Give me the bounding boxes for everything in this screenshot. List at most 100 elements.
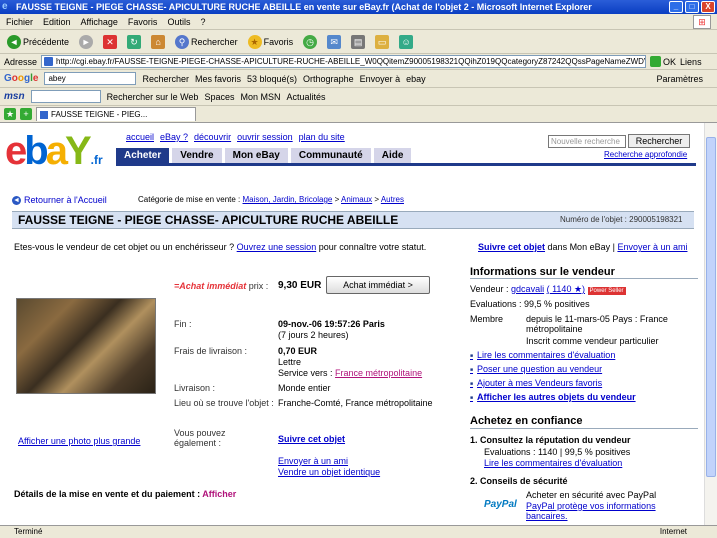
menu-fichier[interactable]: Fichier bbox=[6, 17, 33, 27]
star-icon: ★ bbox=[247, 34, 262, 49]
forward-button[interactable]: ► bbox=[76, 34, 96, 50]
refresh-icon: ↻ bbox=[127, 34, 142, 49]
trust-feedback-link[interactable]: Lire les commentaires d'évaluation bbox=[484, 458, 622, 468]
menu-affichage[interactable]: Affichage bbox=[81, 17, 118, 27]
back-circle-icon: ◄ bbox=[12, 195, 21, 205]
shipping-label: Frais de livraison : bbox=[174, 346, 248, 356]
crumb-autres[interactable]: Autres bbox=[381, 195, 404, 204]
crumb-animaux[interactable]: Animaux bbox=[341, 195, 372, 204]
read-feedback-link[interactable]: Lire les commentaires d'évaluation bbox=[470, 350, 615, 360]
larger-photo-link[interactable]: Afficher une photo plus grande bbox=[18, 436, 140, 446]
tab-communaute[interactable]: Communauté bbox=[290, 148, 372, 163]
crumb-maison[interactable]: Maison, Jardin, Bricolage bbox=[243, 195, 333, 204]
history-button[interactable]: ◷ bbox=[300, 34, 320, 50]
delivery-label: Livraison : bbox=[174, 383, 216, 393]
tab-aide[interactable]: Aide bbox=[373, 148, 413, 163]
follow-item-link-2[interactable]: Suivre cet objet bbox=[278, 434, 345, 444]
ask-question-link[interactable]: Poser une question au vendeur bbox=[470, 364, 602, 374]
msn-web-search-button[interactable]: Rechercher sur le Web bbox=[107, 92, 199, 102]
trust-divider bbox=[470, 428, 698, 429]
trust-step-1-score: Evaluations : 1140 | 99,5 % positives bbox=[484, 447, 631, 457]
search-button[interactable]: ⚲ Rechercher bbox=[172, 34, 241, 50]
ebay-search-input[interactable]: Nouvelle recherche bbox=[548, 135, 626, 148]
tab-vendre[interactable]: Vendre bbox=[172, 148, 223, 163]
shipping-to-link[interactable]: France métropolitaine bbox=[335, 368, 422, 378]
google-search-button[interactable]: Rechercher bbox=[142, 74, 189, 84]
go-arrow-icon bbox=[650, 56, 662, 67]
new-tab-icon[interactable]: + bbox=[20, 108, 32, 120]
power-seller-badge: Power Seller bbox=[587, 287, 626, 295]
msn-spaces-button[interactable]: Spaces bbox=[204, 92, 234, 102]
item-photo[interactable] bbox=[16, 298, 156, 394]
menu-outils[interactable]: Outils bbox=[167, 17, 190, 27]
print-button[interactable]: ▤ bbox=[348, 34, 368, 50]
scroll-thumb[interactable] bbox=[706, 137, 716, 477]
messenger-button[interactable]: ☺ bbox=[396, 34, 416, 50]
history-icon: ◷ bbox=[303, 34, 318, 49]
ebay-search-button[interactable]: Rechercher bbox=[628, 134, 690, 148]
msn-my-msn-button[interactable]: Mon MSN bbox=[240, 92, 280, 102]
mail-icon: ✉ bbox=[327, 34, 342, 49]
google-spellcheck[interactable]: Orthographe bbox=[303, 74, 354, 84]
add-favorite-seller-link[interactable]: Ajouter à mes Vendeurs favoris bbox=[470, 378, 602, 388]
msn-news-button[interactable]: Actualités bbox=[286, 92, 325, 102]
google-popup-blocker[interactable]: 53 bloqué(s) bbox=[247, 74, 297, 84]
item-title: FAUSSE TEIGNE - PIEGE CHASSE- APICULTURE… bbox=[18, 213, 399, 227]
minimize-button[interactable]: _ bbox=[669, 1, 683, 13]
favorites-button[interactable]: ★ Favoris bbox=[245, 34, 297, 50]
google-ebay-button[interactable]: ebay bbox=[406, 74, 426, 84]
menu-favoris[interactable]: Favoris bbox=[128, 17, 158, 27]
vertical-scrollbar[interactable] bbox=[704, 123, 717, 525]
email-friend-link-2[interactable]: Envoyer à un ami bbox=[278, 456, 348, 466]
seller-score-link[interactable]: ( 1140 ★) bbox=[547, 284, 585, 294]
link-accueil[interactable]: accueil bbox=[126, 132, 154, 142]
stop-button[interactable]: ✕ bbox=[100, 34, 120, 50]
location-value: Franche-Comté, France métropolitaine bbox=[278, 398, 433, 408]
address-input[interactable]: http://cgi.ebay.fr/FAUSSE-TEIGNE-PIEGE-C… bbox=[41, 55, 647, 68]
tab-acheter[interactable]: Acheter bbox=[116, 148, 171, 163]
back-button[interactable]: ◄ Précédente bbox=[4, 34, 72, 50]
seller-other-items-link[interactable]: Afficher les autres objets du vendeur bbox=[470, 392, 636, 402]
buy-now-button[interactable]: Achat immédiat > bbox=[326, 276, 430, 294]
menu-help[interactable]: ? bbox=[200, 17, 205, 27]
page-favicon bbox=[44, 57, 54, 66]
link-ouvrir-session[interactable]: ouvrir session bbox=[237, 132, 293, 142]
paypal-logo: PayPal bbox=[484, 499, 517, 510]
menu-edition[interactable]: Edition bbox=[43, 17, 71, 27]
item-number: Numéro de l'objet : 290005198321 bbox=[560, 215, 683, 224]
favorites-center-icon[interactable]: ★ bbox=[4, 108, 16, 120]
open-session-link[interactable]: Ouvrez une session bbox=[237, 242, 317, 252]
paypal-protection-link[interactable]: PayPal protège vos informations bancaire… bbox=[526, 501, 666, 521]
link-plan-du-site[interactable]: plan du site bbox=[299, 132, 345, 142]
sell-similar-link[interactable]: Vendre un objet identique bbox=[278, 467, 380, 477]
google-bookmarks[interactable]: Mes favoris bbox=[195, 74, 241, 84]
trust-title: Achetez en confiance bbox=[470, 415, 583, 427]
follow-item-link[interactable]: Suivre cet objet bbox=[478, 242, 545, 252]
email-friend-link[interactable]: Envoyer à un ami bbox=[617, 242, 687, 252]
back-to-home-link[interactable]: ◄ Retourner à l'Accueil bbox=[12, 195, 107, 205]
seller-name-link[interactable]: gdcavali bbox=[511, 284, 544, 294]
messenger-icon: ☺ bbox=[399, 34, 414, 49]
breadcrumb: Catégorie de mise en vente : Maison, Jar… bbox=[138, 195, 404, 204]
msn-search-input[interactable] bbox=[30, 90, 101, 103]
link-ebay-help[interactable]: eBay ? bbox=[160, 132, 188, 142]
home-button[interactable]: ⌂ bbox=[148, 34, 168, 50]
refresh-button[interactable]: ↻ bbox=[124, 34, 144, 50]
links-button[interactable]: Liens bbox=[680, 57, 702, 67]
show-details-link[interactable]: Afficher bbox=[202, 489, 236, 499]
maximize-button[interactable]: □ bbox=[685, 1, 699, 13]
edit-button[interactable]: ▭ bbox=[372, 34, 392, 50]
tab-mon-ebay[interactable]: Mon eBay bbox=[224, 148, 289, 163]
google-toolbar: Google abey Rechercher Mes favoris 53 bl… bbox=[0, 70, 717, 88]
mail-button[interactable]: ✉ bbox=[324, 34, 344, 50]
go-button[interactable]: OK bbox=[650, 56, 676, 67]
tab-ebay-item[interactable]: FAUSSE TEIGNE - PIEG... bbox=[36, 107, 196, 121]
advanced-search-link[interactable]: Recherche approfondie bbox=[604, 150, 687, 159]
google-settings-button[interactable]: Paramètres bbox=[656, 74, 717, 84]
ebay-logo[interactable]: ebaY .fr bbox=[5, 131, 103, 180]
close-button[interactable]: X bbox=[701, 1, 715, 13]
link-decouvrir[interactable]: découvrir bbox=[194, 132, 231, 142]
google-send-to[interactable]: Envoyer à bbox=[360, 74, 401, 84]
main-nav: Acheter Vendre Mon eBay Communauté Aide bbox=[116, 148, 413, 163]
google-search-input[interactable]: abey bbox=[44, 72, 137, 85]
